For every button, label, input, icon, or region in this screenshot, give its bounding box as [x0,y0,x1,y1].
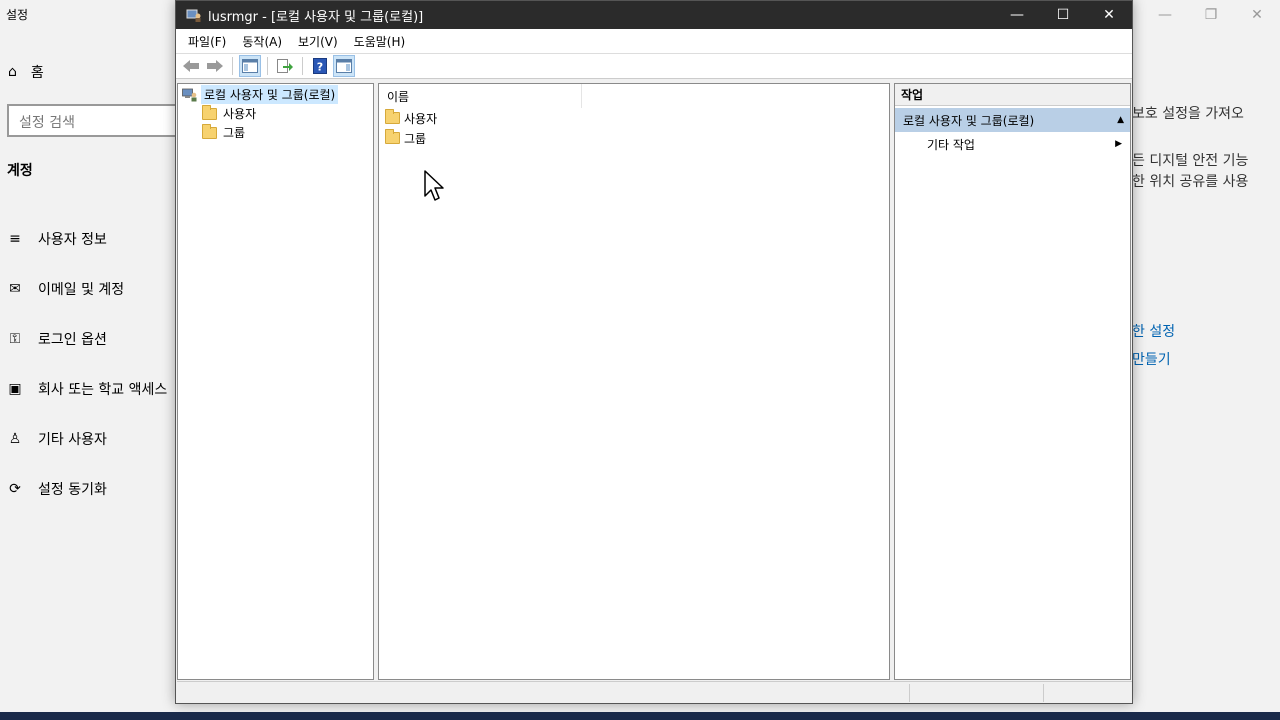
status-segment [1043,684,1044,702]
nav-item-signin[interactable]: ⚿ 로그인 옵션 [6,314,167,364]
toolbar-separator [267,57,268,75]
mouse-cursor-icon [424,170,444,201]
help-icon: ? [313,58,327,74]
restore-icon[interactable]: ❐ [1188,0,1234,30]
nav-item-label: 설정 동기화 [38,482,107,498]
close-icon[interactable]: ✕ [1086,1,1132,29]
list-header: 이름 [379,84,889,108]
show-console-tree-button[interactable] [239,55,261,77]
toolbar-separator [302,57,303,75]
menu-bar: 파일(F) 동작(A) 보기(V) 도움말(H) [176,29,1132,53]
toolbar: ? [176,53,1132,79]
right-text-line: 든 디지털 안전 기능 [1132,153,1249,169]
menu-file[interactable]: 파일(F) [180,33,234,50]
help-button[interactable]: ? [309,55,331,77]
nav-item-label: 이메일 및 계정 [38,282,125,298]
right-text-line: 보호 설정을 가져오 [1132,106,1244,122]
tree-node-label: 로컬 사용자 및 그룹(로컬) [201,85,339,104]
forward-arrow-icon [207,60,223,72]
action-pane-icon [336,59,352,73]
menu-help[interactable]: 도움말(H) [346,33,414,50]
nav-item-label: 기타 사용자 [38,432,107,448]
window-title: lusrmgr - [로컬 사용자 및 그룹(로컬)] [208,9,424,25]
nav-item-label: 회사 또는 학교 액세스 [38,382,168,398]
collapse-arrow-icon: ▲ [1117,115,1124,125]
show-action-pane-button[interactable] [333,55,355,77]
person-icon: ♙ [8,431,22,447]
toolbar-separator [232,57,233,75]
window-controls: — ☐ ✕ [994,1,1132,29]
maximize-icon[interactable]: ☐ [1040,1,1086,29]
list-item-groups[interactable]: 그룹 [379,128,889,148]
nav-item-other-users[interactable]: ♙ 기타 사용자 [6,414,167,464]
tree-node-label: 그룹 [223,126,246,140]
section-heading: 계정 [7,163,33,179]
minimize-icon[interactable]: — [994,1,1040,29]
users-groups-icon [182,88,197,101]
folder-icon [202,104,217,120]
tree-node-root[interactable]: 로컬 사용자 및 그룹(로컬) [178,85,373,104]
actions-header: 작업 [895,84,1130,106]
tree-node-label: 사용자 [223,107,257,121]
menu-action[interactable]: 동작(A) [234,33,290,50]
right-text-line: 한 위치 공유를 사용 [1132,174,1249,190]
right-link[interactable]: 한 설정 [1132,321,1175,341]
nav-item-user-info[interactable]: ≡ 사용자 정보 [6,214,167,264]
tree-node-groups[interactable]: 그룹 [178,123,373,142]
home-icon: ⌂ [8,64,17,80]
export-list-button[interactable] [274,55,296,77]
list-item-label: 사용자 [404,111,438,126]
settings-title: 설정 [6,8,29,22]
folder-icon [202,123,217,139]
folder-icon [385,109,400,124]
tree-node-users[interactable]: 사용자 [178,104,373,123]
folder-icon [385,129,400,144]
nav-item-work-access[interactable]: ▣ 회사 또는 학교 액세스 [6,364,167,414]
more-actions-item[interactable]: 기타 작업 ▶ [895,132,1130,156]
status-bar [177,681,1132,703]
console-tree-icon [242,59,258,73]
nav-item-sync[interactable]: ⟳ 설정 동기화 [6,464,167,514]
result-list-pane: 이름 사용자 그룹 [378,83,890,680]
taskbar [0,712,1280,720]
computer-users-icon [186,9,201,22]
right-link[interactable]: 만들기 [1132,349,1171,369]
settings-nav: ≡ 사용자 정보 ✉ 이메일 및 계정 ⚿ 로그인 옵션 ▣ 회사 또는 학교 … [6,214,167,514]
home-nav[interactable]: ⌂ 홈 [8,62,44,82]
settings-window-controls: — ❐ ✕ [1142,0,1280,30]
briefcase-icon: ▣ [8,381,22,397]
nav-item-email[interactable]: ✉ 이메일 및 계정 [6,264,167,314]
nav-item-label: 사용자 정보 [38,232,107,248]
title-bar[interactable]: lusrmgr - [로컬 사용자 및 그룹(로컬)] — ☐ ✕ [176,1,1132,29]
home-label: 홈 [30,65,44,81]
back-arrow-icon [183,60,199,72]
actions-pane: 작업 로컬 사용자 및 그룹(로컬) ▲ 기타 작업 ▶ [894,83,1131,680]
user-info-icon: ≡ [9,231,21,247]
console-tree-pane: 로컬 사용자 및 그룹(로컬) 사용자 그룹 [177,83,374,680]
export-list-icon [277,59,293,73]
lusrmgr-window: lusrmgr - [로컬 사용자 및 그룹(로컬)] — ☐ ✕ 파일(F) … [175,0,1133,704]
close-icon[interactable]: ✕ [1234,0,1280,30]
key-icon: ⚿ [9,331,21,347]
list-item-label: 그룹 [404,131,427,146]
menu-view[interactable]: 보기(V) [290,33,346,50]
forward-button[interactable] [204,55,226,77]
actions-section[interactable]: 로컬 사용자 및 그룹(로컬) ▲ [895,108,1130,132]
actions-section-label: 로컬 사용자 및 그룹(로컬) [903,113,1035,128]
submenu-arrow-icon: ▶ [1115,139,1122,149]
sync-icon: ⟳ [9,481,21,497]
more-actions-label: 기타 작업 [927,137,975,152]
status-segment [909,684,910,702]
svg-text:?: ? [317,61,323,74]
mail-icon: ✉ [9,281,21,297]
list-item-users[interactable]: 사용자 [379,108,889,128]
back-button[interactable] [180,55,202,77]
minimize-icon[interactable]: — [1142,0,1188,30]
column-header-name[interactable]: 이름 [379,84,582,108]
nav-item-label: 로그인 옵션 [38,332,107,348]
